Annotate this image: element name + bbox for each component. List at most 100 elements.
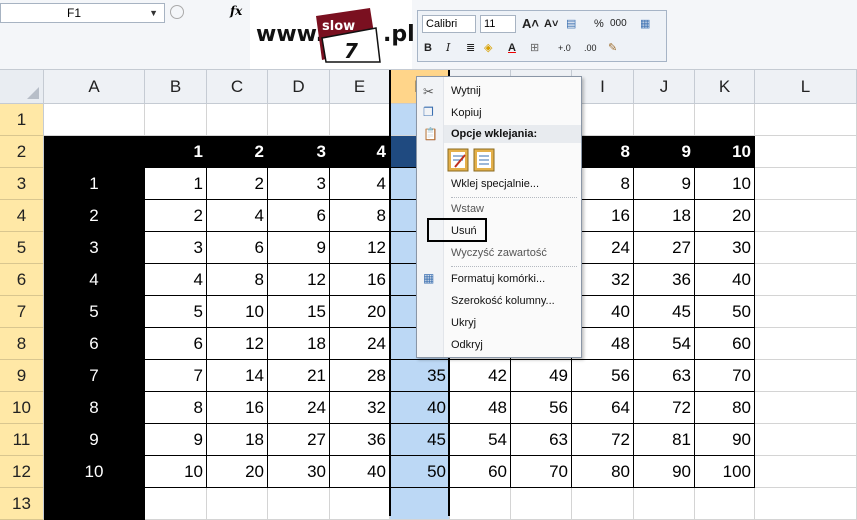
table-cell[interactable]: 60 (450, 456, 511, 488)
table-cell[interactable]: 36 (634, 264, 695, 296)
cell[interactable] (755, 456, 857, 488)
table-cell[interactable]: 9 (268, 232, 330, 264)
cell-styles-icon[interactable]: ▤ (566, 15, 576, 33)
cell[interactable] (695, 104, 755, 136)
table-cell[interactable]: 9 (634, 168, 695, 200)
column-header-b[interactable]: B (145, 70, 207, 104)
paste-icon[interactable] (447, 148, 469, 172)
row-label-cell[interactable]: 7 (44, 360, 145, 392)
table-cell[interactable]: 12 (207, 328, 268, 360)
cell[interactable] (755, 200, 857, 232)
table-cell[interactable]: 80 (572, 456, 634, 488)
table-cell[interactable]: 54 (634, 328, 695, 360)
row-header-7[interactable]: 7 (0, 296, 44, 328)
table-cell[interactable]: 48 (450, 392, 511, 424)
column-header-j[interactable]: J (634, 70, 695, 104)
name-box[interactable]: F1 ▼ (0, 3, 165, 23)
select-all-button[interactable] (0, 70, 44, 104)
increase-decimal-icon[interactable]: +.0 (558, 39, 571, 57)
cell[interactable] (330, 104, 390, 136)
table-cell[interactable]: 15 (268, 296, 330, 328)
cell[interactable] (390, 488, 450, 520)
paste-values-icon[interactable] (473, 148, 495, 172)
table-cell[interactable]: 63 (511, 424, 572, 456)
fill-color-icon[interactable]: ◈ (484, 39, 492, 57)
table-cell[interactable]: 24 (268, 392, 330, 424)
cell[interactable] (450, 488, 511, 520)
cell[interactable] (755, 424, 857, 456)
table-cell[interactable]: 40 (695, 264, 755, 296)
table-cell[interactable]: 30 (268, 456, 330, 488)
cell[interactable] (572, 488, 634, 520)
row-label-cell[interactable]: 2 (44, 200, 145, 232)
table-cell[interactable]: 70 (695, 360, 755, 392)
cell[interactable] (755, 232, 857, 264)
cell[interactable] (755, 264, 857, 296)
column-header-e[interactable]: E (330, 70, 390, 104)
table-cell[interactable]: 6 (145, 328, 207, 360)
table-cell[interactable]: 18 (268, 328, 330, 360)
table-cell[interactable]: 3 (268, 168, 330, 200)
table-cell[interactable]: 10 (145, 456, 207, 488)
table-cell[interactable]: 81 (634, 424, 695, 456)
format-painter-icon[interactable]: ✎ (608, 39, 617, 57)
cell[interactable] (44, 488, 145, 520)
decrease-decimal-icon[interactable]: .00 (584, 39, 597, 57)
cell[interactable] (145, 488, 207, 520)
table-cell[interactable]: 10 (207, 296, 268, 328)
header-cell[interactable]: 10 (695, 136, 755, 168)
cell[interactable] (755, 168, 857, 200)
table-cell[interactable]: 28 (330, 360, 390, 392)
cell[interactable] (44, 104, 145, 136)
table-cell[interactable]: 35 (390, 360, 450, 392)
row-label-cell[interactable]: 1 (44, 168, 145, 200)
table-cell[interactable]: 80 (695, 392, 755, 424)
cell[interactable] (755, 360, 857, 392)
row-header-1[interactable]: 1 (0, 104, 44, 136)
table-cell[interactable]: 10 (695, 168, 755, 200)
table-cell[interactable]: 4 (207, 200, 268, 232)
grow-font-icon[interactable]: A˄ (522, 15, 539, 33)
menu-item-copy[interactable]: Kopiuj (451, 103, 482, 123)
shrink-font-icon[interactable]: A˅ (544, 15, 558, 33)
cell[interactable] (268, 488, 330, 520)
table-cell[interactable]: 56 (572, 360, 634, 392)
header-cell[interactable]: 3 (268, 136, 330, 168)
table-cell[interactable]: 45 (634, 296, 695, 328)
table-cell[interactable]: 16 (207, 392, 268, 424)
cell[interactable] (44, 136, 145, 168)
table-cell[interactable]: 9 (145, 424, 207, 456)
table-cell[interactable]: 36 (330, 424, 390, 456)
table-cell[interactable]: 40 (390, 392, 450, 424)
cell[interactable] (755, 488, 857, 520)
table-cell[interactable]: 32 (330, 392, 390, 424)
center-align-icon[interactable]: ≣ (466, 39, 475, 57)
font-size-select[interactable]: 11 (480, 15, 516, 33)
table-cell[interactable]: 30 (695, 232, 755, 264)
merge-icon[interactable]: ▦ (640, 15, 650, 33)
row-header-4[interactable]: 4 (0, 200, 44, 232)
column-header-d[interactable]: D (268, 70, 330, 104)
table-cell[interactable]: 1 (145, 168, 207, 200)
table-cell[interactable]: 90 (695, 424, 755, 456)
cell[interactable] (634, 104, 695, 136)
menu-item-paste-special[interactable]: Wklej specjalnie... (451, 174, 539, 194)
table-cell[interactable]: 49 (511, 360, 572, 392)
thousands-button[interactable]: 000 (610, 15, 627, 33)
cell[interactable] (755, 328, 857, 360)
menu-item-cut[interactable]: Wytnij (451, 81, 481, 101)
row-header-6[interactable]: 6 (0, 264, 44, 296)
menu-item-hide[interactable]: Ukryj (451, 313, 476, 333)
table-cell[interactable]: 90 (634, 456, 695, 488)
cell[interactable] (207, 104, 268, 136)
table-cell[interactable]: 20 (207, 456, 268, 488)
row-label-cell[interactable]: 4 (44, 264, 145, 296)
chevron-down-icon[interactable]: ▼ (149, 4, 158, 22)
insert-function-button[interactable]: fx (230, 4, 242, 18)
table-cell[interactable]: 27 (268, 424, 330, 456)
column-header-k[interactable]: K (695, 70, 755, 104)
table-cell[interactable]: 50 (695, 296, 755, 328)
row-header-2[interactable]: 2 (0, 136, 44, 168)
table-cell[interactable]: 18 (634, 200, 695, 232)
table-cell[interactable]: 72 (634, 392, 695, 424)
